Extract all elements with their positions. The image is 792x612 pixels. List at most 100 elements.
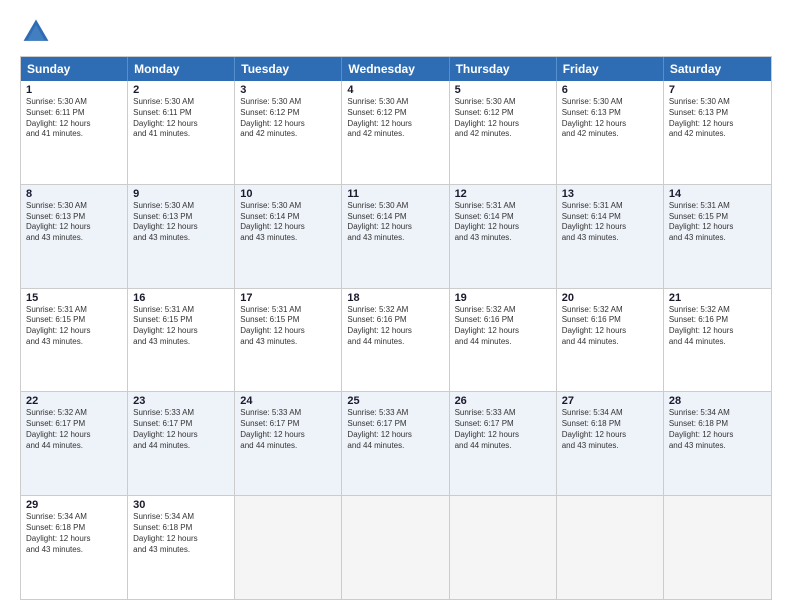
cell-text-line: Daylight: 12 hours [562,430,658,441]
cell-text-line: Sunrise: 5:32 AM [669,305,766,316]
cell-text-line: and 43 minutes. [240,233,336,244]
day-number: 17 [240,292,336,304]
empty-cell [450,496,557,599]
day-cell-3: 3Sunrise: 5:30 AMSunset: 6:12 PMDaylight… [235,81,342,184]
day-cell-18: 18Sunrise: 5:32 AMSunset: 6:16 PMDayligh… [342,289,449,392]
header-cell-saturday: Saturday [664,57,771,81]
cell-text-line: Sunset: 6:16 PM [669,315,766,326]
cell-text-line: Sunrise: 5:30 AM [240,97,336,108]
cell-text-line: and 43 minutes. [26,233,122,244]
cell-text-line: Daylight: 12 hours [347,430,443,441]
cell-text-line: Sunset: 6:12 PM [240,108,336,119]
cell-text-line: Sunrise: 5:32 AM [562,305,658,316]
day-number: 12 [455,188,551,200]
cell-text-line: Sunrise: 5:31 AM [455,201,551,212]
cell-text-line: Sunset: 6:13 PM [562,108,658,119]
day-number: 29 [26,499,122,511]
cell-text-line: Sunset: 6:14 PM [240,212,336,223]
day-cell-27: 27Sunrise: 5:34 AMSunset: 6:18 PMDayligh… [557,392,664,495]
cell-text-line: and 44 minutes. [455,441,551,452]
cell-text-line: and 42 minutes. [455,129,551,140]
cell-text-line: Daylight: 12 hours [347,326,443,337]
day-cell-29: 29Sunrise: 5:34 AMSunset: 6:18 PMDayligh… [21,496,128,599]
cell-text-line: Sunrise: 5:30 AM [133,201,229,212]
cell-text-line: Sunrise: 5:30 AM [347,97,443,108]
cell-text-line: Daylight: 12 hours [669,119,766,130]
day-number: 11 [347,188,443,200]
day-number: 15 [26,292,122,304]
cell-text-line: Daylight: 12 hours [133,326,229,337]
cell-text-line: Sunset: 6:13 PM [26,212,122,223]
day-number: 23 [133,395,229,407]
cell-text-line: Sunset: 6:17 PM [26,419,122,430]
cell-text-line: Daylight: 12 hours [133,119,229,130]
day-cell-28: 28Sunrise: 5:34 AMSunset: 6:18 PMDayligh… [664,392,771,495]
cell-text-line: Sunrise: 5:30 AM [455,97,551,108]
day-cell-21: 21Sunrise: 5:32 AMSunset: 6:16 PMDayligh… [664,289,771,392]
day-number: 28 [669,395,766,407]
day-cell-15: 15Sunrise: 5:31 AMSunset: 6:15 PMDayligh… [21,289,128,392]
cell-text-line: Daylight: 12 hours [669,430,766,441]
day-cell-8: 8Sunrise: 5:30 AMSunset: 6:13 PMDaylight… [21,185,128,288]
cell-text-line: Sunset: 6:17 PM [455,419,551,430]
calendar-row-4: 22Sunrise: 5:32 AMSunset: 6:17 PMDayligh… [21,391,771,495]
day-cell-12: 12Sunrise: 5:31 AMSunset: 6:14 PMDayligh… [450,185,557,288]
cell-text-line: and 44 minutes. [562,337,658,348]
day-number: 21 [669,292,766,304]
header [20,16,772,48]
cell-text-line: Daylight: 12 hours [240,430,336,441]
cell-text-line: Sunset: 6:13 PM [133,212,229,223]
calendar-body: 1Sunrise: 5:30 AMSunset: 6:11 PMDaylight… [21,81,771,599]
cell-text-line: Sunrise: 5:33 AM [240,408,336,419]
cell-text-line: Sunrise: 5:31 AM [562,201,658,212]
day-cell-26: 26Sunrise: 5:33 AMSunset: 6:17 PMDayligh… [450,392,557,495]
cell-text-line: and 43 minutes. [240,337,336,348]
day-cell-1: 1Sunrise: 5:30 AMSunset: 6:11 PMDaylight… [21,81,128,184]
cell-text-line: and 43 minutes. [133,337,229,348]
cell-text-line: and 43 minutes. [133,233,229,244]
cell-text-line: Sunrise: 5:33 AM [133,408,229,419]
cell-text-line: Sunrise: 5:33 AM [347,408,443,419]
cell-text-line: Daylight: 12 hours [455,119,551,130]
cell-text-line: Sunrise: 5:30 AM [26,97,122,108]
cell-text-line: Daylight: 12 hours [26,326,122,337]
day-cell-22: 22Sunrise: 5:32 AMSunset: 6:17 PMDayligh… [21,392,128,495]
day-number: 25 [347,395,443,407]
cell-text-line: Daylight: 12 hours [240,119,336,130]
day-cell-19: 19Sunrise: 5:32 AMSunset: 6:16 PMDayligh… [450,289,557,392]
cell-text-line: Sunset: 6:15 PM [669,212,766,223]
cell-text-line: Daylight: 12 hours [669,326,766,337]
cell-text-line: Daylight: 12 hours [562,119,658,130]
cell-text-line: Sunrise: 5:30 AM [669,97,766,108]
day-number: 2 [133,84,229,96]
cell-text-line: Sunset: 6:14 PM [347,212,443,223]
calendar-header: SundayMondayTuesdayWednesdayThursdayFrid… [21,57,771,81]
cell-text-line: and 43 minutes. [133,545,229,556]
empty-cell [235,496,342,599]
cell-text-line: Sunset: 6:17 PM [347,419,443,430]
cell-text-line: and 43 minutes. [455,233,551,244]
cell-text-line: Sunrise: 5:32 AM [347,305,443,316]
cell-text-line: Daylight: 12 hours [240,326,336,337]
cell-text-line: Sunset: 6:17 PM [240,419,336,430]
day-number: 4 [347,84,443,96]
empty-cell [557,496,664,599]
day-number: 8 [26,188,122,200]
empty-cell [342,496,449,599]
cell-text-line: Sunset: 6:15 PM [26,315,122,326]
day-cell-23: 23Sunrise: 5:33 AMSunset: 6:17 PMDayligh… [128,392,235,495]
day-cell-5: 5Sunrise: 5:30 AMSunset: 6:12 PMDaylight… [450,81,557,184]
page: SundayMondayTuesdayWednesdayThursdayFrid… [0,0,792,612]
cell-text-line: Daylight: 12 hours [26,430,122,441]
calendar: SundayMondayTuesdayWednesdayThursdayFrid… [20,56,772,600]
day-cell-4: 4Sunrise: 5:30 AMSunset: 6:12 PMDaylight… [342,81,449,184]
day-number: 22 [26,395,122,407]
cell-text-line: Sunrise: 5:31 AM [669,201,766,212]
cell-text-line: Daylight: 12 hours [133,430,229,441]
day-number: 27 [562,395,658,407]
cell-text-line: and 44 minutes. [347,337,443,348]
cell-text-line: Daylight: 12 hours [669,222,766,233]
cell-text-line: and 42 minutes. [240,129,336,140]
cell-text-line: and 43 minutes. [562,233,658,244]
cell-text-line: Sunrise: 5:34 AM [133,512,229,523]
